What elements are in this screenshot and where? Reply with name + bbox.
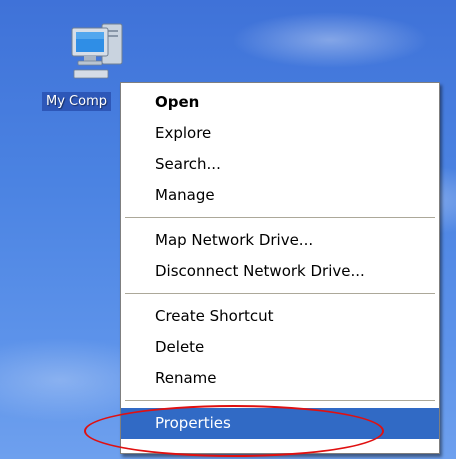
- menu-separator: [125, 217, 435, 218]
- menu-item-manage[interactable]: Manage: [121, 180, 439, 211]
- menu-separator: [125, 400, 435, 401]
- menu-item-map-network-drive[interactable]: Map Network Drive...: [121, 225, 439, 256]
- desktop-background: My Comp Open Explore Search... Manage Map Ne…: [0, 0, 456, 459]
- menu-item-search[interactable]: Search...: [121, 149, 439, 180]
- context-menu: Open Explore Search... Manage Map Network Dr…: [120, 82, 440, 454]
- menu-item-create-shortcut[interactable]: Create Shortcut: [121, 301, 439, 332]
- menu-item-open[interactable]: Open: [121, 87, 439, 118]
- menu-item-properties[interactable]: Properties: [121, 408, 439, 439]
- computer-icon: [71, 23, 123, 79]
- menu-item-delete[interactable]: Delete: [121, 332, 439, 363]
- menu-item-rename[interactable]: Rename: [121, 363, 439, 394]
- menu-item-disconnect-network-drive[interactable]: Disconnect Network Drive...: [121, 256, 439, 287]
- menu-item-explore[interactable]: Explore: [121, 118, 439, 149]
- menu-separator: [125, 293, 435, 294]
- desktop-icon-label: My Comp: [42, 92, 111, 111]
